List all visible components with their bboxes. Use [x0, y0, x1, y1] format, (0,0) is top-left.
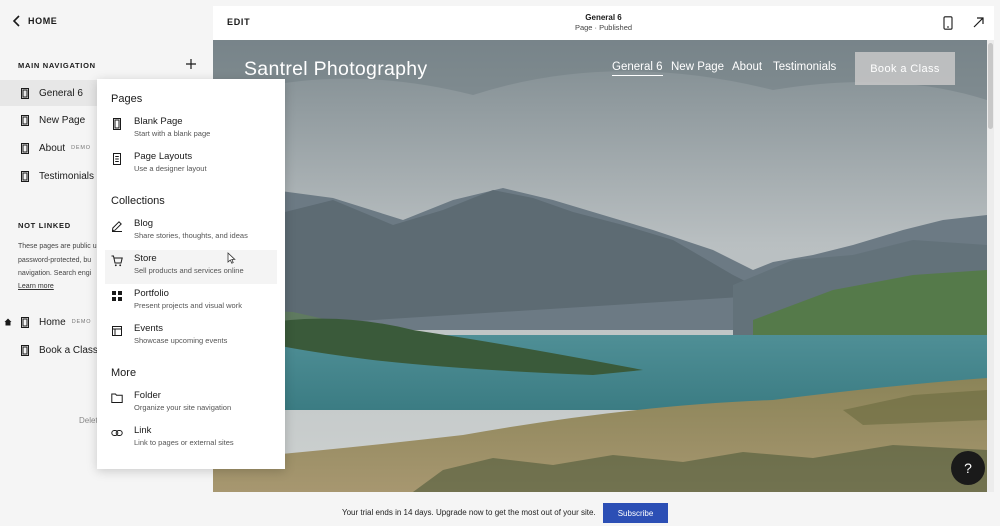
site-nav-general-6[interactable]: General 6 — [612, 61, 663, 76]
menu-item-description: Present projects and visual work — [134, 301, 242, 310]
menu-item-title: Portfolio — [134, 288, 169, 299]
page-icon — [21, 114, 29, 126]
main-navigation-heading: MAIN NAVIGATION — [18, 61, 96, 70]
menu-item-description: Start with a blank page — [134, 129, 211, 138]
menu-item-store[interactable]: Store Sell products and services online — [105, 250, 277, 284]
calendar-icon — [112, 326, 122, 336]
back-home-button[interactable]: HOME — [12, 15, 57, 27]
menu-item-text: Page Layouts Use a designer layout — [134, 151, 207, 174]
description-line: navigation. Search engi — [18, 270, 92, 277]
menu-item-blog[interactable]: Blog Share stories, thoughts, and ideas — [105, 215, 277, 249]
site-title[interactable]: Santrel Photography — [244, 58, 428, 81]
cart-icon — [111, 255, 123, 267]
menu-item-description: Sell products and services online — [134, 266, 244, 275]
landscape-hero-image — [213, 40, 987, 492]
description-line: These pages are public u — [18, 243, 97, 250]
learn-more-link[interactable]: Learn more — [18, 283, 54, 290]
menu-item-title: Blog — [134, 218, 154, 229]
section-heading-pages: Pages — [111, 93, 143, 105]
pen-icon — [111, 221, 122, 232]
menu-item-text: Blank Page Start with a blank page — [134, 116, 210, 139]
menu-item-title: Page Layouts — [134, 151, 193, 162]
menu-item-title: Folder — [134, 390, 161, 401]
menu-item-text: Blog Share stories, thoughts, and ideas — [134, 218, 248, 241]
not-linked-heading: NOT LINKED — [18, 221, 71, 230]
add-page-plus-icon[interactable] — [184, 57, 198, 71]
folder-icon — [111, 393, 123, 403]
menu-item-description: Organize your site navigation — [134, 403, 232, 412]
demo-badge: DEMO — [71, 319, 92, 325]
mouse-cursor-icon — [227, 252, 236, 264]
menu-item-text: Events Showcase upcoming events — [134, 323, 227, 346]
demo-badge: DEMO — [71, 145, 91, 151]
menu-item-blank-page[interactable]: Blank Page Start with a blank page — [105, 113, 277, 147]
question-mark-icon: ? — [964, 460, 972, 476]
trial-message: Your trial ends in 14 days. Upgrade now … — [342, 508, 596, 517]
menu-item-portfolio[interactable]: Portfolio Present projects and visual wo… — [105, 285, 277, 319]
not-linked-description: These pages are public u password-protec… — [18, 240, 108, 281]
sidebar-item-label: Testimonials — [39, 170, 95, 182]
page-icon — [21, 87, 29, 99]
grid-icon — [112, 291, 122, 301]
site-nav-new-page[interactable]: New Page — [671, 61, 724, 73]
page-icon — [21, 316, 29, 328]
page-status: Page · Published — [574, 23, 633, 32]
layout-icon — [113, 153, 121, 165]
sidebar-item-label: New Page — [39, 114, 86, 126]
menu-item-description: Use a designer layout — [134, 164, 207, 173]
menu-item-page-layouts[interactable]: Page Layouts Use a designer layout — [105, 148, 277, 182]
expand-arrow-icon[interactable] — [972, 16, 985, 29]
subscribe-button[interactable]: Subscribe — [603, 503, 668, 523]
preview-scrollbar[interactable] — [987, 40, 994, 492]
menu-item-text: Folder Organize your site navigation — [134, 390, 231, 413]
page-icon — [113, 118, 121, 130]
editor-topbar: EDIT General 6 Page · Published — [213, 6, 994, 40]
link-icon — [111, 430, 123, 436]
menu-item-description: Link to pages or external sites — [134, 438, 234, 447]
sidebar-item-label: Home — [39, 316, 66, 328]
chevron-left-icon — [12, 15, 20, 27]
section-heading-more: More — [111, 367, 137, 379]
page-title: General 6 — [585, 13, 622, 22]
sidebar-item-label: Book a Class — [39, 344, 98, 356]
site-nav-testimonials[interactable]: Testimonials — [773, 61, 836, 73]
back-home-label: HOME — [28, 16, 58, 26]
add-page-menu: Pages Blank Page Start with a blank page… — [97, 79, 285, 469]
menu-item-folder[interactable]: Folder Organize your site navigation — [105, 387, 277, 421]
menu-item-events[interactable]: Events Showcase upcoming events — [105, 320, 277, 354]
scrollbar-thumb[interactable] — [988, 43, 993, 129]
menu-item-title: Events — [134, 323, 164, 334]
site-preview[interactable]: Santrel Photography General 6 New Page A… — [213, 40, 987, 492]
menu-item-link[interactable]: Link Link to pages or external sites — [105, 422, 277, 456]
sidebar-item-label: About — [39, 142, 66, 154]
site-nav-about[interactable]: About — [732, 61, 762, 73]
page-icon — [21, 344, 29, 356]
book-a-class-button[interactable]: Book a Class — [855, 52, 955, 85]
menu-item-title: Blank Page — [134, 116, 183, 127]
help-button[interactable]: ? — [951, 451, 985, 485]
mobile-preview-icon[interactable] — [943, 16, 953, 30]
page-icon — [21, 142, 29, 154]
sidebar-item-label: General 6 — [39, 87, 83, 99]
menu-item-text: Link Link to pages or external sites — [134, 425, 234, 448]
menu-item-title: Link — [134, 425, 152, 436]
trial-banner: Your trial ends in 14 days. Upgrade now … — [0, 492, 1000, 526]
description-line: password-protected, bu — [18, 256, 92, 264]
deleted-pages-link[interactable]: Delet — [79, 416, 98, 425]
page-icon — [21, 170, 29, 182]
section-heading-collections: Collections — [111, 195, 165, 207]
menu-item-text: Portfolio Present projects and visual wo… — [134, 288, 242, 311]
menu-item-description: Showcase upcoming events — [134, 336, 228, 345]
menu-item-description: Share stories, thoughts, and ideas — [134, 231, 248, 240]
